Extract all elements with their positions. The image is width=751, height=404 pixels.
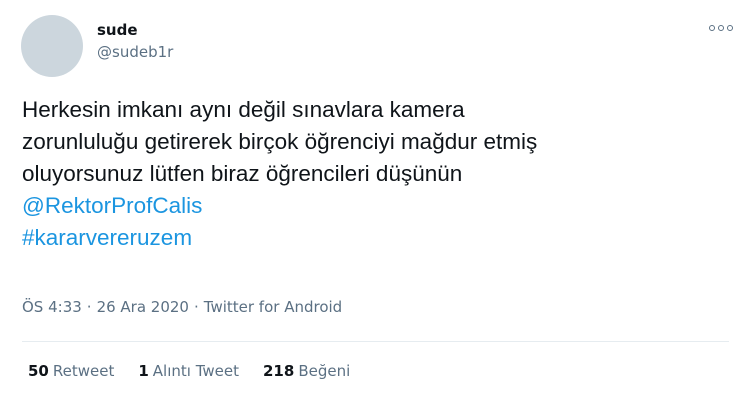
hashtag-link[interactable]: #kararvereruzem [22,222,732,254]
tweet-source[interactable]: Twitter for Android [204,298,342,316]
dot [718,25,724,31]
retweet-label: Retweet [52,362,115,380]
quote-tweet-label: Alıntı Tweet [152,362,239,380]
user-handle[interactable]: @sudeb1r [97,43,173,61]
like-count: 218 [263,362,295,380]
display-name[interactable]: sude [97,21,138,39]
avatar[interactable] [21,15,83,77]
retweet-stat[interactable]: 50 Retweet [28,362,114,380]
retweet-count: 50 [28,362,49,380]
divider [22,341,729,342]
more-horizontal-icon[interactable] [709,20,733,36]
quote-tweet-count: 1 [138,362,149,380]
dot [727,25,733,31]
meta-separator: · [86,298,92,316]
quote-tweet-stat[interactable]: 1 Alıntı Tweet [138,362,239,380]
dot [709,25,715,31]
tweet-stats: 50 Retweet 1 Alıntı Tweet 218 Beğeni [28,362,374,380]
tweet-text-line: oluyorsunuz lütfen biraz öğrencileri düş… [22,161,463,186]
mention-link[interactable]: @RektorProfCalis [22,190,732,222]
like-label: Beğeni [298,362,351,380]
meta-separator: · [193,298,199,316]
like-stat[interactable]: 218 Beğeni [263,362,350,380]
tweet-text-line: zorunluluğu getirerek birçok öğrenciyi m… [22,129,538,154]
tweet-text-line: Herkesin imkanı aynı değil sınavlara kam… [22,97,465,122]
tweet-card: sude @sudeb1r Herkesin imkanı aynı değil… [0,0,751,404]
tweet-time[interactable]: ÖS 4:33 [22,298,82,316]
tweet-date[interactable]: 26 Ara 2020 [97,298,189,316]
tweet-meta: ÖS 4:33 · 26 Ara 2020 · Twitter for Android [22,298,342,316]
tweet-text: Herkesin imkanı aynı değil sınavlara kam… [22,94,732,254]
